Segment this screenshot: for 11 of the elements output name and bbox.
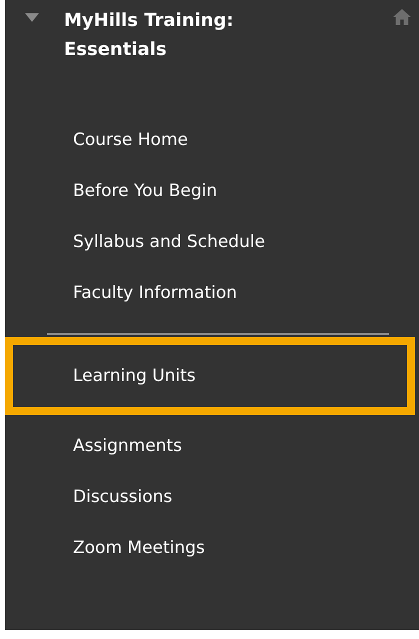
menu-item[interactable]: Course Home (5, 115, 419, 166)
menu-item[interactable]: Zoom Meetings (5, 523, 419, 574)
menu-item[interactable]: Assignments (5, 421, 419, 472)
menu-item[interactable]: Before You Begin (5, 166, 419, 217)
menu-item[interactable]: Syllabus and Schedule (5, 217, 419, 268)
course-title: MyHills Training: Essentials (64, 9, 235, 62)
menu-item[interactable]: Discussions (5, 472, 419, 523)
menu-item[interactable]: Learning Units (5, 337, 415, 415)
menu-item[interactable]: Faculty Information (5, 268, 419, 319)
caret-icon[interactable] (25, 13, 39, 22)
home-icon[interactable] (393, 9, 411, 25)
